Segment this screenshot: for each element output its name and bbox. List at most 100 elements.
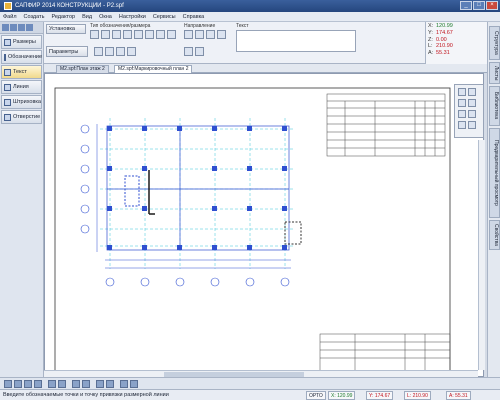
tool-option-3[interactable] (116, 47, 125, 56)
panel-item-designation[interactable]: Обозначение (1, 50, 42, 64)
tool-option-2[interactable] (105, 47, 114, 56)
coordinates-panel: X: 120.99 Y: 174.67 Z: 0.00 L: 210.90 A: 55.3… (425, 22, 487, 64)
type-option-1[interactable] (90, 30, 99, 39)
menu-file[interactable]: Файл (3, 14, 17, 20)
maximize-button[interactable]: □ (473, 1, 485, 10)
vertical-scrollbar[interactable] (478, 140, 485, 370)
menu-services[interactable]: Сервисы (153, 14, 176, 20)
zoom-in-icon[interactable] (458, 88, 466, 96)
panel-item-text[interactable]: Текст (1, 65, 42, 79)
horizontal-scrollbar[interactable] (44, 370, 478, 377)
tool-option-4[interactable] (127, 47, 136, 56)
menu-settings[interactable]: Настройки (119, 14, 146, 20)
layers-icon[interactable] (468, 110, 476, 118)
type-option-8[interactable] (167, 30, 176, 39)
type-option-2[interactable] (101, 30, 110, 39)
tool-option-5[interactable] (184, 47, 193, 56)
doc-tab-floor-plan[interactable]: M2.spf:План этаж 2 (56, 65, 109, 73)
tab-library[interactable]: Библиотека (489, 86, 500, 126)
type-label: Тип обозначения/размера (90, 23, 151, 29)
move-icon[interactable] (10, 24, 17, 31)
menu-bar: Файл Создать Редактор Вид Окна Настройки… (0, 12, 500, 22)
parameters-button[interactable]: Параметры (46, 46, 88, 57)
snap-tangent-icon[interactable] (58, 380, 66, 388)
line-icon (4, 83, 11, 91)
document-tabs: M2.spf:План этаж 2 M2.spf:Маркировочный … (44, 64, 487, 73)
status-l: L: 210.90 (404, 391, 431, 400)
panel-item-dimensions[interactable]: Размеры (1, 35, 42, 49)
snap-perp-icon[interactable] (48, 380, 56, 388)
tab-structure[interactable]: Структура (489, 26, 500, 60)
measure-icon[interactable] (120, 380, 128, 388)
snap-center-icon[interactable] (24, 380, 32, 388)
snap-grid-icon[interactable] (72, 380, 80, 388)
text-icon (4, 68, 11, 76)
panel-item-hatch[interactable]: Штриховка (1, 95, 42, 109)
coord-y: Y: 174.67 (428, 29, 453, 36)
panel-item-line[interactable]: Линия (1, 80, 42, 94)
text-input[interactable] (236, 30, 356, 52)
type-option-3[interactable] (112, 30, 121, 39)
snap-end-icon[interactable] (4, 380, 12, 388)
snap-intersection-icon[interactable] (34, 380, 42, 388)
opening-right (284, 221, 302, 245)
type-option-4[interactable] (123, 30, 132, 39)
tool-option-1[interactable] (94, 47, 103, 56)
title-block (319, 333, 451, 373)
snap-icon[interactable] (468, 121, 476, 129)
ortho-icon[interactable] (82, 380, 90, 388)
text-label: Текст (236, 23, 249, 29)
setup-tab[interactable]: Установка (46, 24, 86, 34)
close-button[interactable]: × (486, 1, 498, 10)
properties-toolbar: Установка Тип обозначения/размера Направ… (44, 22, 425, 64)
status-bar: Введите обозначаемые точки и точку привя… (0, 389, 500, 400)
menu-editor[interactable]: Редактор (51, 14, 75, 20)
menu-windows[interactable]: Окна (99, 14, 112, 20)
tab-properties[interactable]: Свойства (489, 220, 500, 250)
select-icon[interactable] (2, 24, 9, 31)
copy-icon[interactable] (18, 24, 25, 31)
menu-help[interactable]: Справка (183, 14, 205, 20)
drawing-canvas[interactable] (44, 73, 484, 377)
direction-option-1[interactable] (184, 30, 193, 39)
tool-option-6[interactable] (195, 47, 204, 56)
panel-item-opening[interactable]: Отверстие (1, 110, 42, 124)
right-side-tabs: Структура Листы Библиотека Предварительн… (487, 22, 500, 377)
status-y: Y: 174.67 (366, 391, 394, 400)
opening-left (124, 175, 140, 207)
grid-icon[interactable] (458, 121, 466, 129)
dimension-lines (96, 124, 291, 269)
status-ortho[interactable]: ОРТО (306, 391, 326, 400)
layer-icon[interactable] (130, 380, 138, 388)
type-option-7[interactable] (156, 30, 165, 39)
menu-create[interactable]: Создать (24, 14, 45, 20)
rotate-icon[interactable] (458, 110, 466, 118)
zoom-out-icon[interactable] (468, 88, 476, 96)
track-icon[interactable] (106, 380, 114, 388)
menu-view[interactable]: Вид (82, 14, 92, 20)
type-option-6[interactable] (145, 30, 154, 39)
doc-tab-marking-plan[interactable]: M2.spf:Маркировочный план 2 (114, 65, 193, 73)
snap-mid-icon[interactable] (14, 380, 22, 388)
tab-preview[interactable]: Предварительный просмотр (489, 128, 500, 218)
minimize-button[interactable]: _ (460, 1, 472, 10)
polar-icon[interactable] (96, 380, 104, 388)
type-option-5[interactable] (134, 30, 143, 39)
bottom-toolbar (0, 377, 500, 389)
delete-icon[interactable] (26, 24, 33, 31)
hatch-icon (4, 98, 11, 106)
direction-option-3[interactable] (206, 30, 215, 39)
coord-z: Z: 0.00 (428, 36, 447, 43)
specification-table (326, 93, 446, 157)
direction-label: Направление (184, 23, 216, 29)
tab-sheets[interactable]: Листы (489, 62, 500, 84)
walls (148, 170, 155, 215)
sheet-frame (54, 87, 451, 373)
grid-axes (100, 118, 295, 269)
coord-a: A: 55.31 (428, 50, 450, 57)
window-title: САПФИР 2014 КОНСТРУКЦИИ - P2.spf (15, 3, 124, 9)
pan-icon[interactable] (458, 99, 466, 107)
direction-option-2[interactable] (195, 30, 204, 39)
direction-option-4[interactable] (217, 30, 226, 39)
fit-icon[interactable] (468, 99, 476, 107)
